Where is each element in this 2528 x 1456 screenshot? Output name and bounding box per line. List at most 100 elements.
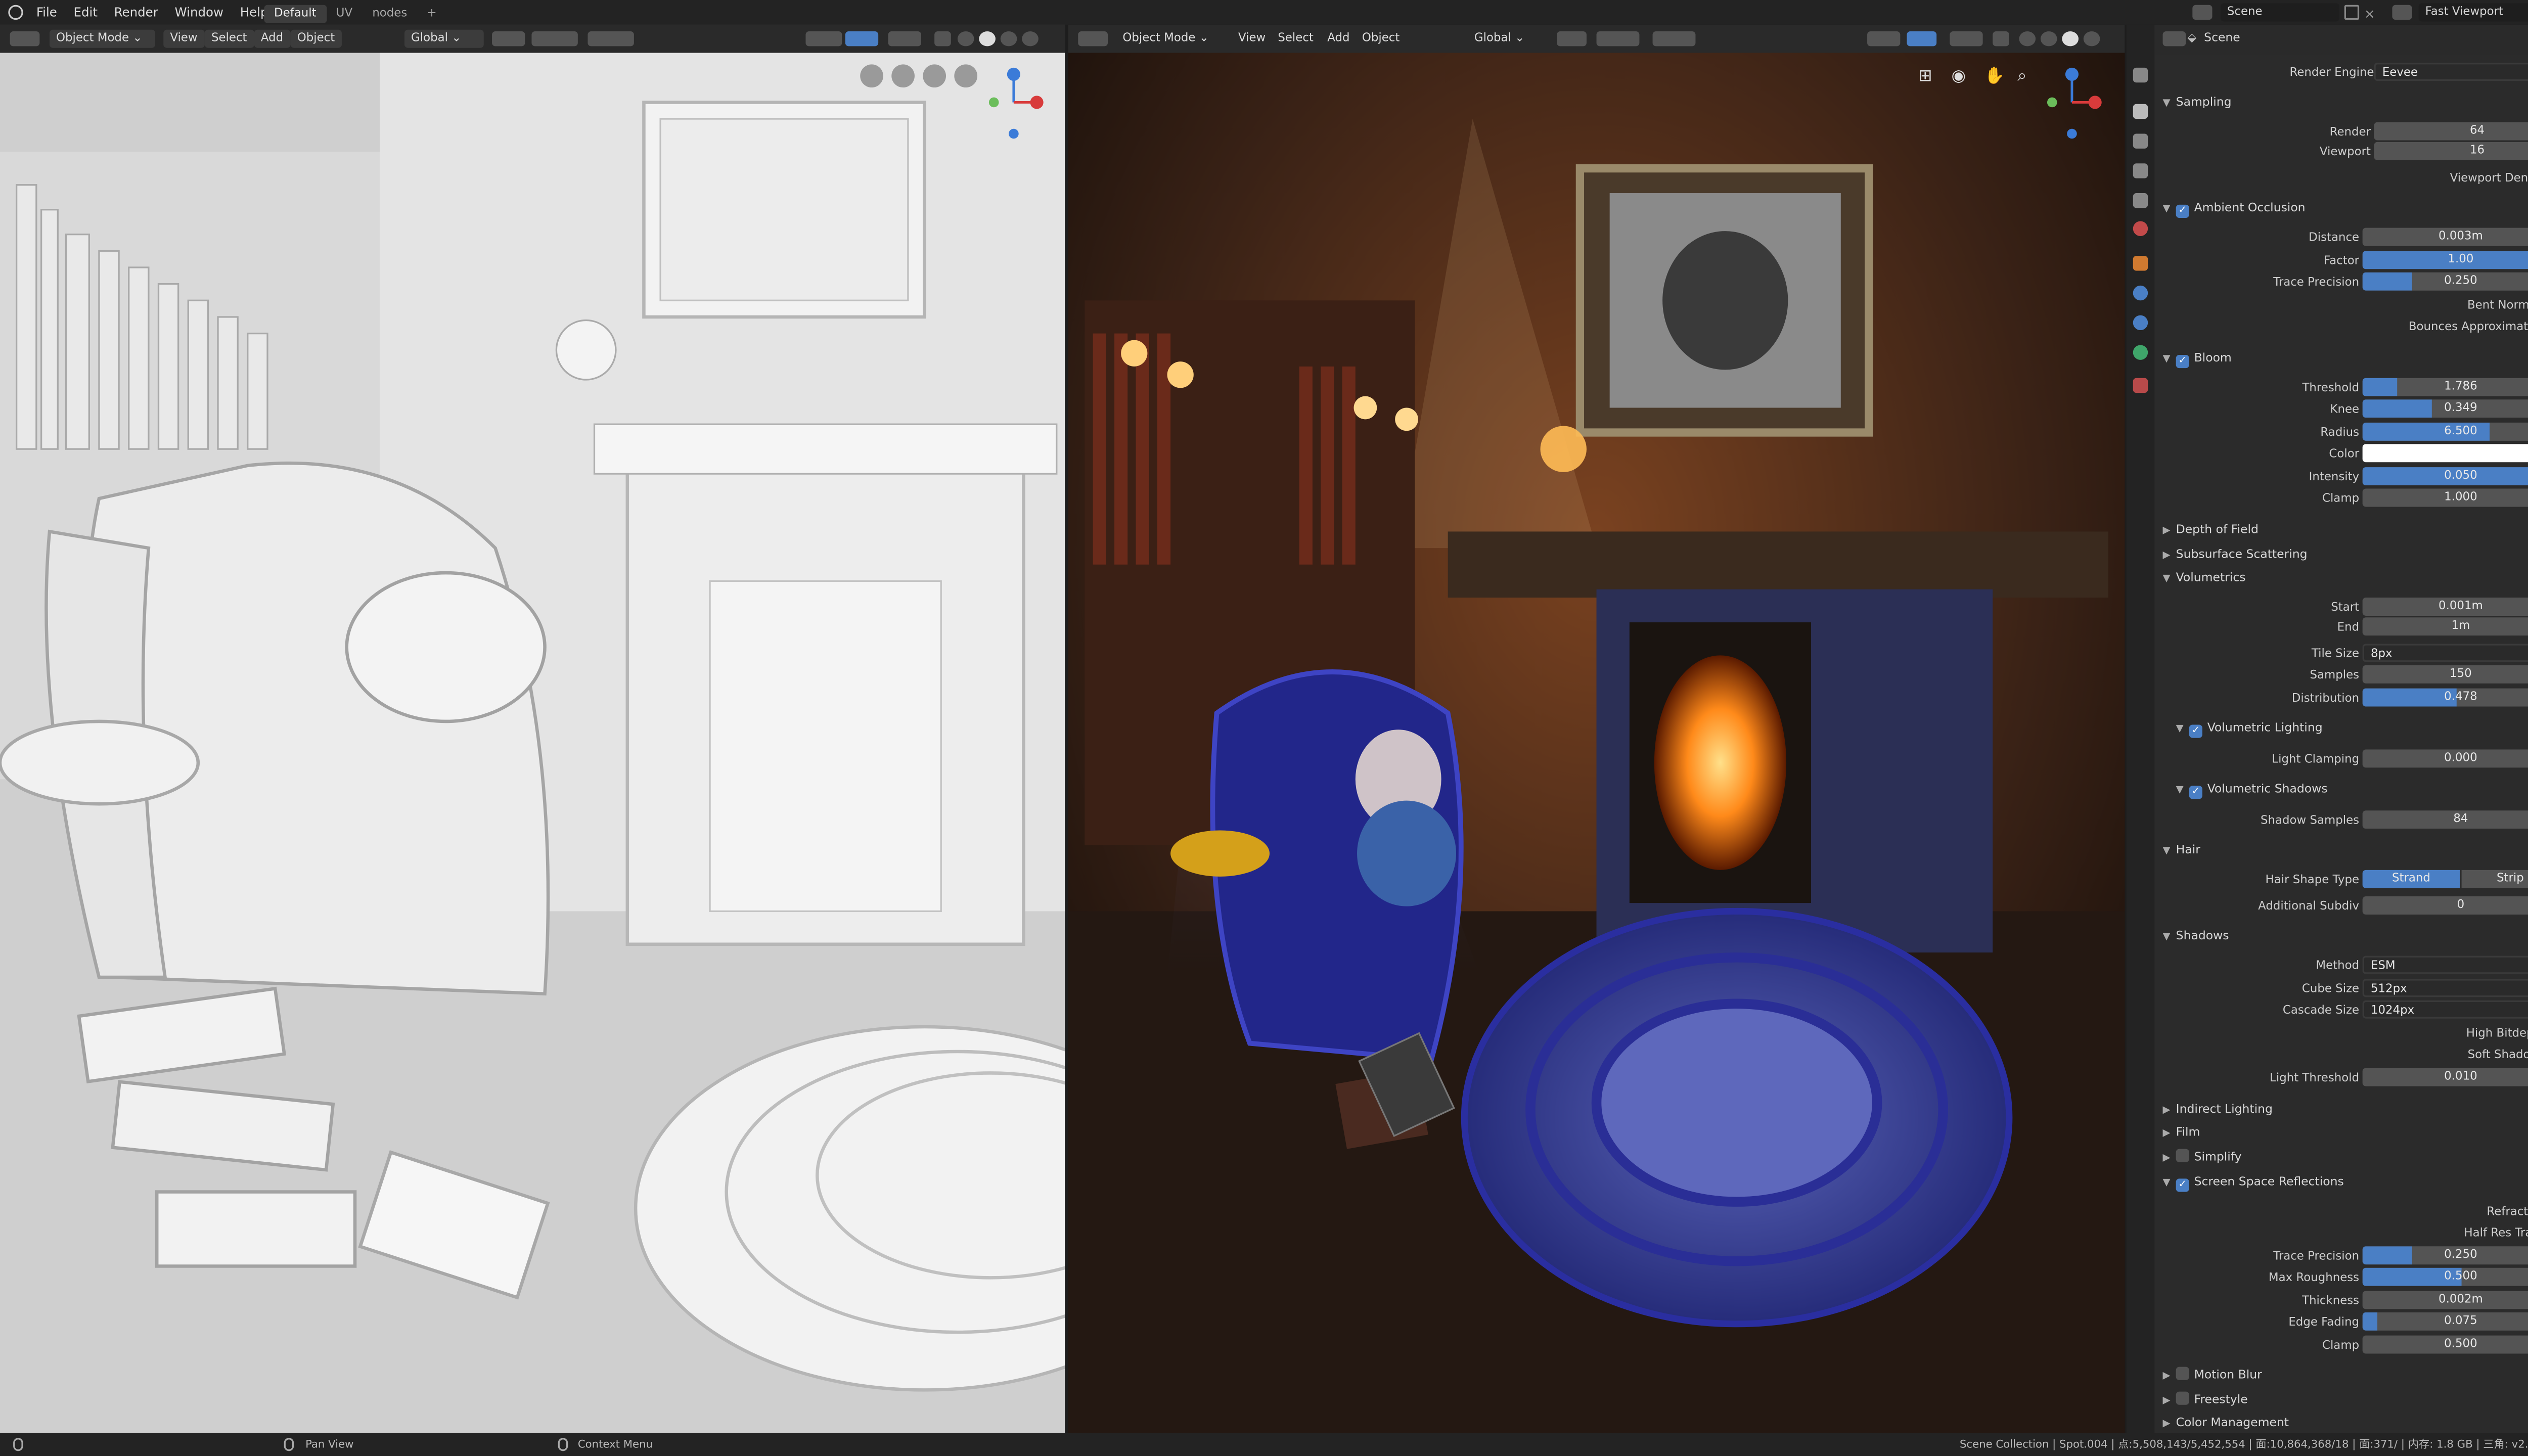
xray-icon[interactable] [934,31,951,47]
vol-tile-dropdown[interactable]: 8px [2362,644,2528,662]
simplify-checkbox[interactable] [2176,1149,2189,1162]
vol-end-field[interactable]: 1m [2362,617,2528,636]
wireframe-shading-icon[interactable] [2019,31,2036,47]
bloom-threshold-slider[interactable]: 1.786 [2362,378,2528,396]
menu-object[interactable]: Object [290,29,342,48]
orientation-dropdown[interactable]: Global ⌄ [1469,30,1529,48]
editor-type-icon[interactable] [2162,31,2186,47]
menu-edit[interactable]: Edit [65,0,106,25]
world-tab-icon[interactable] [2133,221,2148,236]
snap-icon[interactable] [1596,31,1640,47]
ao-distance-field[interactable]: 0.003m [2362,228,2528,246]
tab-nodes[interactable]: nodes [363,5,417,23]
texture-tab-icon[interactable] [2133,378,2148,393]
vol-lighting-checkbox[interactable]: ✓ [2189,724,2202,738]
edge-fading-slider[interactable]: 0.075 [2362,1312,2528,1331]
pan-hand-icon[interactable]: ✋ [1984,68,2005,86]
menu-object[interactable]: Object [1357,30,1405,48]
scene-name-field[interactable]: Scene [2220,3,2339,22]
section-motion-blur[interactable]: ▶ Motion Blur [2163,1365,2262,1385]
bloom-radius-slider[interactable]: 6.500 [2362,422,2528,441]
ssr-clamp-field[interactable]: 0.500 [2362,1335,2528,1354]
object-tab-icon[interactable] [2133,256,2148,271]
navigation-gizmo[interactable] [2036,64,2108,140]
vol-shadows-checkbox[interactable]: ✓ [2189,786,2202,799]
shadow-samples-field[interactable]: 84 [2362,810,2528,829]
section-indirect-lighting[interactable]: ▶ Indirect Lighting [2163,1100,2273,1119]
overlay-icon[interactable] [888,31,922,47]
proportional-edit-icon[interactable] [1652,31,1696,47]
section-ambient-occlusion[interactable]: ▼ ✓ Ambient Occlusion [2163,198,2306,218]
section-film[interactable]: ▶ Film [2163,1122,2200,1142]
section-ssr[interactable]: ▼ ✓ Screen Space Reflections [2163,1172,2344,1192]
section-freestyle[interactable]: ▶ Freestyle [2163,1390,2248,1409]
rendered-shading-icon[interactable] [2083,31,2100,47]
pivot-icon[interactable] [492,31,525,47]
menu-view[interactable]: View [1233,30,1271,48]
ssr-trace-slider[interactable]: 0.250 [2362,1246,2528,1265]
add-workspace-icon[interactable]: + [417,5,446,23]
gizmo-toggle-icon[interactable] [845,31,879,47]
right-viewport[interactable]: Object Mode ⌄ View Select Add Object Glo… [1068,24,2125,1433]
tab-uv[interactable]: UV [326,5,363,23]
grid-view-icon[interactable]: ⊞ [1918,68,1932,86]
scene-tab-icon[interactable] [2133,193,2148,208]
blender-logo-icon[interactable] [8,5,23,20]
section-depth-of-field[interactable]: ▶ Depth of Field [2163,520,2259,540]
bloom-color-swatch[interactable] [2362,444,2528,463]
camera-view-icon[interactable] [860,64,883,88]
camera-icon[interactable]: ◉ [1952,68,1966,86]
mode-dropdown[interactable]: Object Mode ⌄ [49,29,155,48]
cascade-size-dropdown[interactable]: 1024px [2362,1000,2528,1019]
light-clamping-field[interactable]: 0.000 [2362,749,2528,768]
menu-render[interactable]: Render [106,0,166,25]
navigation-gizmo[interactable] [977,64,1050,140]
hair-strand-button[interactable]: Strand [2362,870,2460,888]
visibility-icon[interactable] [1867,31,1901,47]
menu-window[interactable]: Window [166,0,232,25]
menu-file[interactable]: File [28,0,66,25]
editor-type-icon[interactable] [1078,31,1108,47]
editor-type-icon[interactable] [10,31,40,47]
thickness-field[interactable]: 0.002m [2362,1291,2528,1309]
xray-icon[interactable] [1993,31,2009,47]
view-layer-field[interactable]: Fast Viewport [2418,3,2528,22]
vol-distribution-slider[interactable]: 0.478 [2362,688,2528,707]
mode-dropdown[interactable]: Object Mode ⌄ [1118,30,1214,48]
section-color-management[interactable]: ▶ Color Management [2163,1413,2289,1433]
proportional-edit-icon[interactable] [588,31,634,47]
section-volumetric-lighting[interactable]: ▼ ✓ Volumetric Lighting [2176,718,2323,738]
rendered-shading-icon[interactable] [1022,31,1039,47]
light-threshold-field[interactable]: 0.010 [2362,1068,2528,1086]
snap-icon[interactable] [531,31,578,47]
material-shading-icon[interactable] [2062,31,2079,47]
close-scene-icon[interactable]: × [2364,2,2375,26]
shadow-method-dropdown[interactable]: ESM [2362,956,2528,974]
pivot-icon[interactable] [1557,31,1587,47]
ao-factor-slider[interactable]: 1.00 [2362,251,2528,269]
solid-shading-icon[interactable] [2040,31,2057,47]
scene-icon[interactable] [2192,5,2213,20]
view-layer-tab-icon[interactable] [2133,163,2148,178]
view-layer-icon[interactable] [2392,5,2412,20]
motion-blur-checkbox[interactable] [2176,1367,2189,1380]
section-hair[interactable]: ▼ Hair [2163,840,2200,860]
section-volumetric-shadows[interactable]: ▼ ✓ Volumetric Shadows [2176,779,2328,799]
render-tab-icon[interactable] [2133,104,2148,119]
cube-size-dropdown[interactable]: 512px [2362,979,2528,997]
section-bloom[interactable]: ▼ ✓ Bloom [2163,348,2232,369]
tool-tab-icon[interactable] [2133,67,2148,83]
vol-samples-field[interactable]: 150 [2362,665,2528,684]
material-shading-icon[interactable] [1000,31,1017,47]
visibility-icon[interactable] [805,31,842,47]
physics-tab-icon[interactable] [2133,315,2148,331]
hair-strip-button[interactable]: Strip [2461,870,2528,888]
ao-enable-checkbox[interactable]: ✓ [2176,204,2189,218]
hair-subdiv-field[interactable]: 0 [2362,896,2528,915]
menu-view[interactable]: View [163,29,204,48]
pan-hand-icon[interactable] [923,64,946,88]
constraints-tab-icon[interactable] [2133,345,2148,360]
modifier-tab-icon[interactable] [2133,285,2148,301]
output-tab-icon[interactable] [2133,133,2148,149]
menu-add[interactable]: Add [254,29,290,48]
